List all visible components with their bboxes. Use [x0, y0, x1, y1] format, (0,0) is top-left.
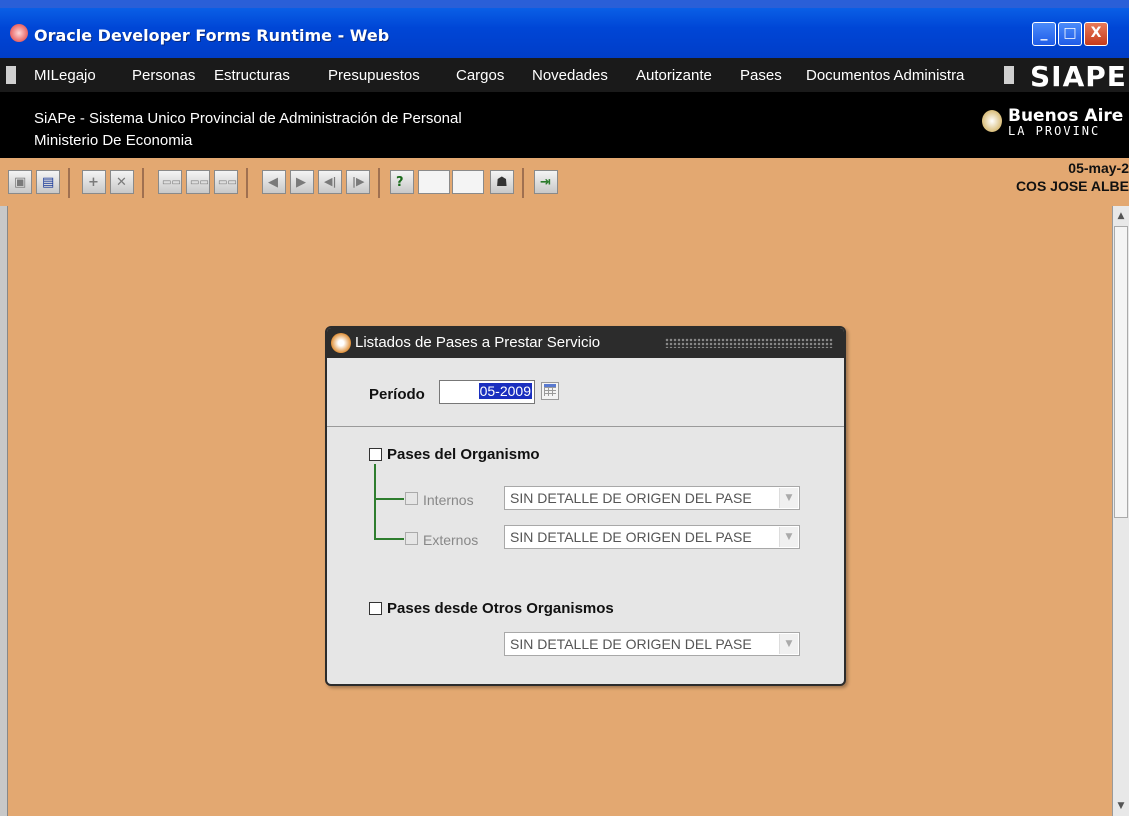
query-execute-icon[interactable]: ▭▭ — [186, 170, 210, 194]
toolbar-blank-button[interactable] — [452, 170, 484, 194]
current-user: COS JOSE ALBE — [1015, 178, 1129, 194]
vertical-scrollbar[interactable]: ▲ ▼ — [1112, 206, 1129, 816]
internos-select-value: SIN DETALLE DE ORIGEN DEL PASE — [510, 490, 752, 506]
query-enter-icon[interactable]: ▭▭ — [158, 170, 182, 194]
tree-line-vertical — [374, 464, 376, 540]
maximize-button[interactable]: □ — [1058, 22, 1082, 46]
periodo-label: Período — [369, 386, 425, 403]
print-icon[interactable]: ▤ — [36, 170, 60, 194]
title-bar: Oracle Developer Forms Runtime - Web _ □… — [0, 0, 1129, 58]
pases-otros-organismos-checkbox[interactable] — [369, 602, 382, 615]
dialog-title: Listados de Pases a Prestar Servicio — [355, 334, 601, 351]
menu-scroll-left-icon[interactable] — [6, 66, 16, 84]
chevron-down-icon[interactable]: ▼ — [779, 527, 798, 547]
menu-item-documentos[interactable]: Documentos Administra — [806, 67, 1002, 84]
window-title: Oracle Developer Forms Runtime - Web — [34, 26, 390, 45]
menu-item-pases[interactable]: Pases — [740, 67, 782, 84]
dialog-drag-grip[interactable] — [665, 338, 833, 348]
ministry-name: Ministerio De Economia — [34, 132, 193, 149]
province-seal-icon — [982, 110, 1002, 132]
previous-block-icon[interactable]: ◀ — [262, 170, 286, 194]
periodo-input[interactable]: 05-2009 — [439, 380, 535, 404]
scroll-up-icon[interactable]: ▲ — [1114, 208, 1128, 224]
otros-organismos-select[interactable]: SIN DETALLE DE ORIGEN DEL PASE ▼ — [504, 632, 800, 656]
minimize-button[interactable]: _ — [1032, 22, 1056, 46]
scroll-thumb[interactable] — [1114, 226, 1128, 518]
menu-item-personas[interactable]: Personas — [132, 67, 195, 84]
app-icon — [10, 24, 28, 42]
calendar-icon-grid — [544, 387, 556, 396]
menu-item-cargos[interactable]: Cargos — [456, 67, 504, 84]
menu-scroll-right-icon[interactable] — [1004, 66, 1014, 84]
otros-organismos-select-value: SIN DETALLE DE ORIGEN DEL PASE — [510, 636, 752, 652]
province-logo: Buenos Aire LA PROVINC — [982, 106, 1129, 146]
current-date: 05-may-2 — [1068, 160, 1129, 176]
toolbar-blank-button[interactable] — [418, 170, 450, 194]
dialog-icon — [331, 333, 351, 353]
externos-checkbox[interactable] — [405, 532, 418, 545]
save-icon[interactable]: ▣ — [8, 170, 32, 194]
toolbar-separator — [142, 168, 144, 198]
toolbar: ▣ ▤ + ✕ ▭▭ ▭▭ ▭▭ ◀ ▶ ◀| |▶ ? ☗ ⇥ 05-may-… — [0, 158, 1129, 206]
help-icon[interactable]: ? — [390, 170, 414, 194]
pases-otros-organismos-label: Pases desde Otros Organismos — [387, 600, 614, 617]
next-record-icon[interactable]: |▶ — [346, 170, 370, 194]
title-bar-top-strip — [0, 0, 1129, 8]
left-frame-edge — [0, 206, 8, 816]
toolbar-separator — [68, 168, 70, 198]
previous-record-icon[interactable]: ◀| — [318, 170, 342, 194]
toolbar-separator — [246, 168, 248, 198]
user-icon[interactable]: ☗ — [490, 170, 514, 194]
menu-item-autorizante[interactable]: Autorizante — [636, 67, 712, 84]
menu-item-presupuestos[interactable]: Presupuestos — [328, 67, 420, 84]
siape-logo: SIAPE — [1030, 60, 1127, 93]
insert-record-icon[interactable]: + — [82, 170, 106, 194]
tree-line-internos — [374, 498, 404, 500]
system-name: SiAPe - Sistema Unico Provincial de Admi… — [34, 110, 462, 127]
query-cancel-icon[interactable]: ▭▭ — [214, 170, 238, 194]
province-logo-sub: LA PROVINC — [1008, 124, 1101, 138]
chevron-down-icon[interactable]: ▼ — [779, 488, 798, 508]
chevron-down-icon[interactable]: ▼ — [779, 634, 798, 654]
delete-record-icon[interactable]: ✕ — [110, 170, 134, 194]
exit-icon[interactable]: ⇥ — [534, 170, 558, 194]
province-logo-name: Buenos Aire — [1008, 106, 1124, 126]
externos-select-value: SIN DETALLE DE ORIGEN DEL PASE — [510, 529, 752, 545]
scroll-down-icon[interactable]: ▼ — [1114, 798, 1128, 814]
app-header: SiAPe - Sistema Unico Provincial de Admi… — [0, 92, 1129, 158]
externos-label: Externos — [423, 532, 479, 548]
menu-item-milegajo[interactable]: MILegajo — [34, 67, 96, 84]
pases-organismo-label: Pases del Organismo — [387, 446, 540, 463]
listados-dialog: Listados de Pases a Prestar Servicio Per… — [325, 326, 846, 686]
tree-line-externos — [374, 538, 404, 540]
next-block-icon[interactable]: ▶ — [290, 170, 314, 194]
close-button[interactable]: X — [1084, 22, 1108, 46]
internos-label: Internos — [423, 492, 474, 508]
calendar-icon[interactable] — [541, 382, 559, 400]
externos-select[interactable]: SIN DETALLE DE ORIGEN DEL PASE ▼ — [504, 525, 800, 549]
internos-select[interactable]: SIN DETALLE DE ORIGEN DEL PASE ▼ — [504, 486, 800, 510]
menu-item-novedades[interactable]: Novedades — [532, 67, 608, 84]
periodo-value: 05-2009 — [478, 383, 532, 399]
toolbar-separator — [522, 168, 524, 198]
dialog-title-bar[interactable]: Listados de Pases a Prestar Servicio — [327, 328, 844, 358]
toolbar-separator — [378, 168, 380, 198]
section-divider — [327, 426, 844, 427]
pases-organismo-checkbox[interactable] — [369, 448, 382, 461]
internos-checkbox[interactable] — [405, 492, 418, 505]
menu-item-estructuras[interactable]: Estructuras — [214, 67, 290, 84]
menu-bar: MILegajo Personas Estructuras Presupuest… — [0, 58, 1129, 93]
